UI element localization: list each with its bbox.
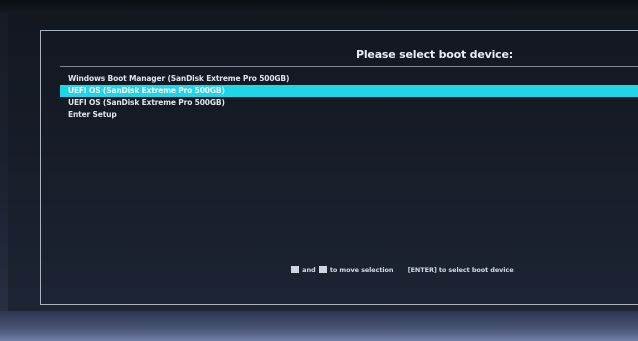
boot-device-list: Windows Boot Manager (SanDisk Extreme Pr… (60, 73, 638, 121)
monitor-bezel-bottom (0, 311, 638, 341)
hint-move: to move selection (329, 266, 394, 274)
boot-option-windows-boot-manager[interactable]: Windows Boot Manager (SanDisk Extreme Pr… (60, 73, 638, 85)
hint-and: and (302, 266, 316, 274)
boot-option-uefi-os-selected[interactable]: UEFI OS (SanDisk Extreme Pro 500GB) (60, 85, 638, 97)
title-divider (60, 66, 638, 67)
boot-menu-title: Please select boot device: (356, 48, 513, 61)
down-arrow-key-icon (318, 266, 327, 273)
photo: Please select boot device: Windows Boot … (0, 0, 638, 341)
boot-menu-frame (40, 30, 638, 305)
monitor-bezel-top (0, 0, 638, 14)
hint-enter: [ENTER] to select boot device (407, 266, 514, 274)
boot-option-uefi-os[interactable]: UEFI OS (SanDisk Extreme Pro 500GB) (60, 97, 638, 109)
navigation-hint: and to move selection [ENTER] to select … (290, 266, 514, 274)
boot-option-enter-setup[interactable]: Enter Setup (60, 109, 638, 121)
up-arrow-key-icon (291, 266, 299, 273)
